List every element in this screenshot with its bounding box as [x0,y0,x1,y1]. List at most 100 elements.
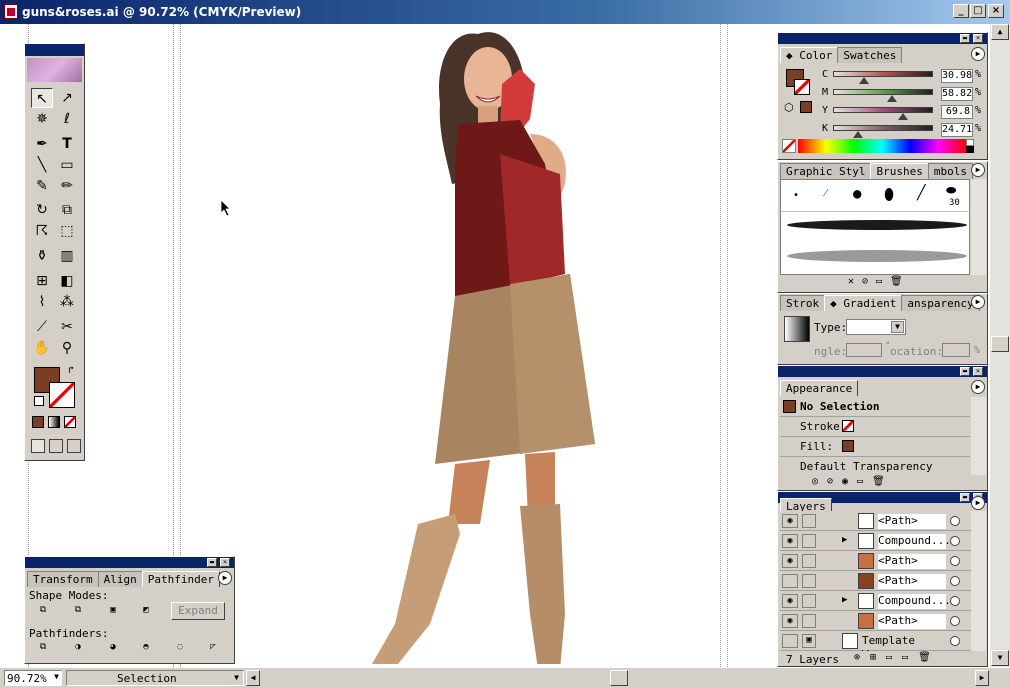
brush-library[interactable]: • ⁄ ● ⬮ ╱ ⬬ 30 [780,179,971,275]
intersect-shape-icon[interactable]: ▣ [105,604,121,618]
brush-line-icon[interactable]: ╱ [917,185,925,201]
eye-icon[interactable]: ◉ [782,554,798,568]
lock-toggle[interactable] [802,594,816,608]
tab-transparency[interactable]: ansparency [901,295,980,311]
mesh-tool-icon[interactable]: ⊞ [31,271,53,291]
black-swatch[interactable] [966,146,974,153]
lasso-tool-icon[interactable]: ℓ [56,109,78,129]
tab-brushes[interactable]: Brushes [870,163,929,179]
eyedropper-tool-icon[interactable]: ⌇ [31,292,53,312]
panel-header[interactable] [778,33,987,44]
direct-selection-tool-icon[interactable]: ↗ [56,88,78,108]
panel-menu-icon[interactable]: ▶ [971,295,985,309]
close-panel-icon[interactable]: × [220,558,230,567]
status-mode-select[interactable]: Selection ▼ [66,670,244,686]
appearance-footer-buttons[interactable]: ◎⊘◉▭🗑 [812,476,894,487]
hand-tool-icon[interactable]: ✋ [31,338,53,358]
brush-dot-icon[interactable]: • [793,190,799,201]
selection-tool-icon[interactable]: ↖ [31,88,53,108]
tab-align[interactable]: Align [97,571,143,587]
close-panel-icon[interactable]: × [973,367,983,376]
white-swatch[interactable] [966,139,974,146]
lock-toggle[interactable] [802,614,816,628]
channel-value-input[interactable]: 30.98 [941,69,973,83]
zoom-select[interactable]: 90.72% ▼ [4,670,62,686]
scissors-tool-icon[interactable]: ✂ [56,317,78,337]
brush-scrollbar[interactable] [971,179,986,275]
artwork-illustration[interactable] [360,24,620,664]
gradient-angle-input[interactable] [846,343,882,357]
scroll-up-icon[interactable]: ▲ [991,24,1009,40]
panel-header[interactable] [778,366,987,377]
charcoal-brush-stroke[interactable] [787,220,967,230]
expand-button[interactable]: Expand [171,602,225,620]
eye-icon[interactable]: ◉ [782,514,798,528]
channel-value-input[interactable]: 58.82 [941,87,973,101]
gradient-location-input[interactable] [942,343,970,357]
lock-toggle[interactable] [802,554,816,568]
minus-back-icon[interactable]: ◸ [205,641,221,655]
slider-thumb-icon[interactable] [898,113,908,120]
target-circle-icon[interactable] [950,616,960,626]
slider-thumb-icon[interactable] [859,77,869,84]
minimize-panel-icon[interactable]: ▬ [207,558,217,567]
crop-icon[interactable]: ◓ [138,641,154,655]
paintbrush-tool-icon[interactable]: ✎ [31,176,53,196]
channel-value-input[interactable]: 24.71 [941,123,973,137]
divide-icon[interactable]: ⧉ [35,641,51,655]
visibility-toggle[interactable] [782,574,798,588]
eye-icon[interactable]: ◉ [782,614,798,628]
gamut-swatch[interactable] [800,101,812,113]
add-shape-icon[interactable]: ⧉ [35,604,51,618]
color-stroke-swatch[interactable] [794,79,810,95]
layer-row[interactable]: ◉ ▶ Compound... [780,591,972,611]
scroll-down-icon[interactable]: ▼ [991,650,1009,666]
default-colors-icon[interactable] [34,396,44,406]
layer-row[interactable]: ◉ ▶ Compound... [780,531,972,551]
graph-tool-icon[interactable]: ▥ [56,246,78,266]
outline-icon[interactable]: ◌ [172,641,188,655]
lock-toggle[interactable] [802,534,816,548]
tab-swatches[interactable]: Swatches [837,47,903,63]
vertical-scrollbar[interactable]: ▲ ▼ [990,24,1010,667]
gradient-preview-swatch[interactable] [784,316,810,342]
lock-toggle[interactable] [802,574,816,588]
tab-gradient[interactable]: ◆ Gradient [824,295,903,311]
type-tool-icon[interactable]: T [56,134,78,154]
layers-scrollbar[interactable] [971,511,986,651]
target-circle-icon[interactable] [950,596,960,606]
channel-slider[interactable] [833,125,933,131]
lock-toggle[interactable] [802,514,816,528]
panel-menu-icon[interactable]: ▶ [971,496,985,510]
magic-wand-tool-icon[interactable]: ✵ [31,109,53,129]
appearance-stroke-row[interactable]: Stroke: [780,417,970,437]
channel-slider[interactable] [833,89,933,95]
toolbox-header[interactable] [25,44,84,56]
channel-value-input[interactable]: 69.8 [941,105,973,119]
panel-menu-icon[interactable]: ▶ [971,47,985,61]
tab-transform[interactable]: Transform [27,571,99,587]
full-screen-mode-icon[interactable] [67,439,81,453]
appearance-scrollbar[interactable] [971,397,986,475]
pencil-tool-icon[interactable]: ✏ [56,176,78,196]
minimize-panel-icon[interactable]: ▬ [960,367,970,376]
swap-fill-stroke-icon[interactable]: ↱ [68,365,74,376]
visibility-toggle[interactable] [782,634,798,648]
close-button[interactable]: × [988,4,1004,18]
subtract-shape-icon[interactable]: ⧉ [70,604,86,618]
maximize-button[interactable]: □ [970,4,986,18]
none-mode-icon[interactable] [64,416,76,428]
pen-tool-icon[interactable]: ✒ [31,134,53,154]
panel-menu-icon[interactable]: ▶ [971,163,985,177]
expand-triangle-icon[interactable]: ▶ [842,535,847,545]
exclude-shape-icon[interactable]: ◩ [138,604,154,618]
gradient-tool-icon[interactable]: ◧ [56,271,78,291]
appearance-fill-row[interactable]: Fill: [780,437,970,457]
scroll-thumb[interactable] [991,336,1009,352]
layers-footer-buttons[interactable]: ⊚⊞▭▭🗑 [854,652,941,663]
free-transform-tool-icon[interactable]: ⬚ [56,221,78,241]
channel-slider[interactable] [833,107,933,113]
tab-pathfinder[interactable]: Pathfinder [141,571,220,587]
trim-icon[interactable]: ◑ [70,641,86,655]
scale-tool-icon[interactable]: ⧉ [56,200,78,220]
